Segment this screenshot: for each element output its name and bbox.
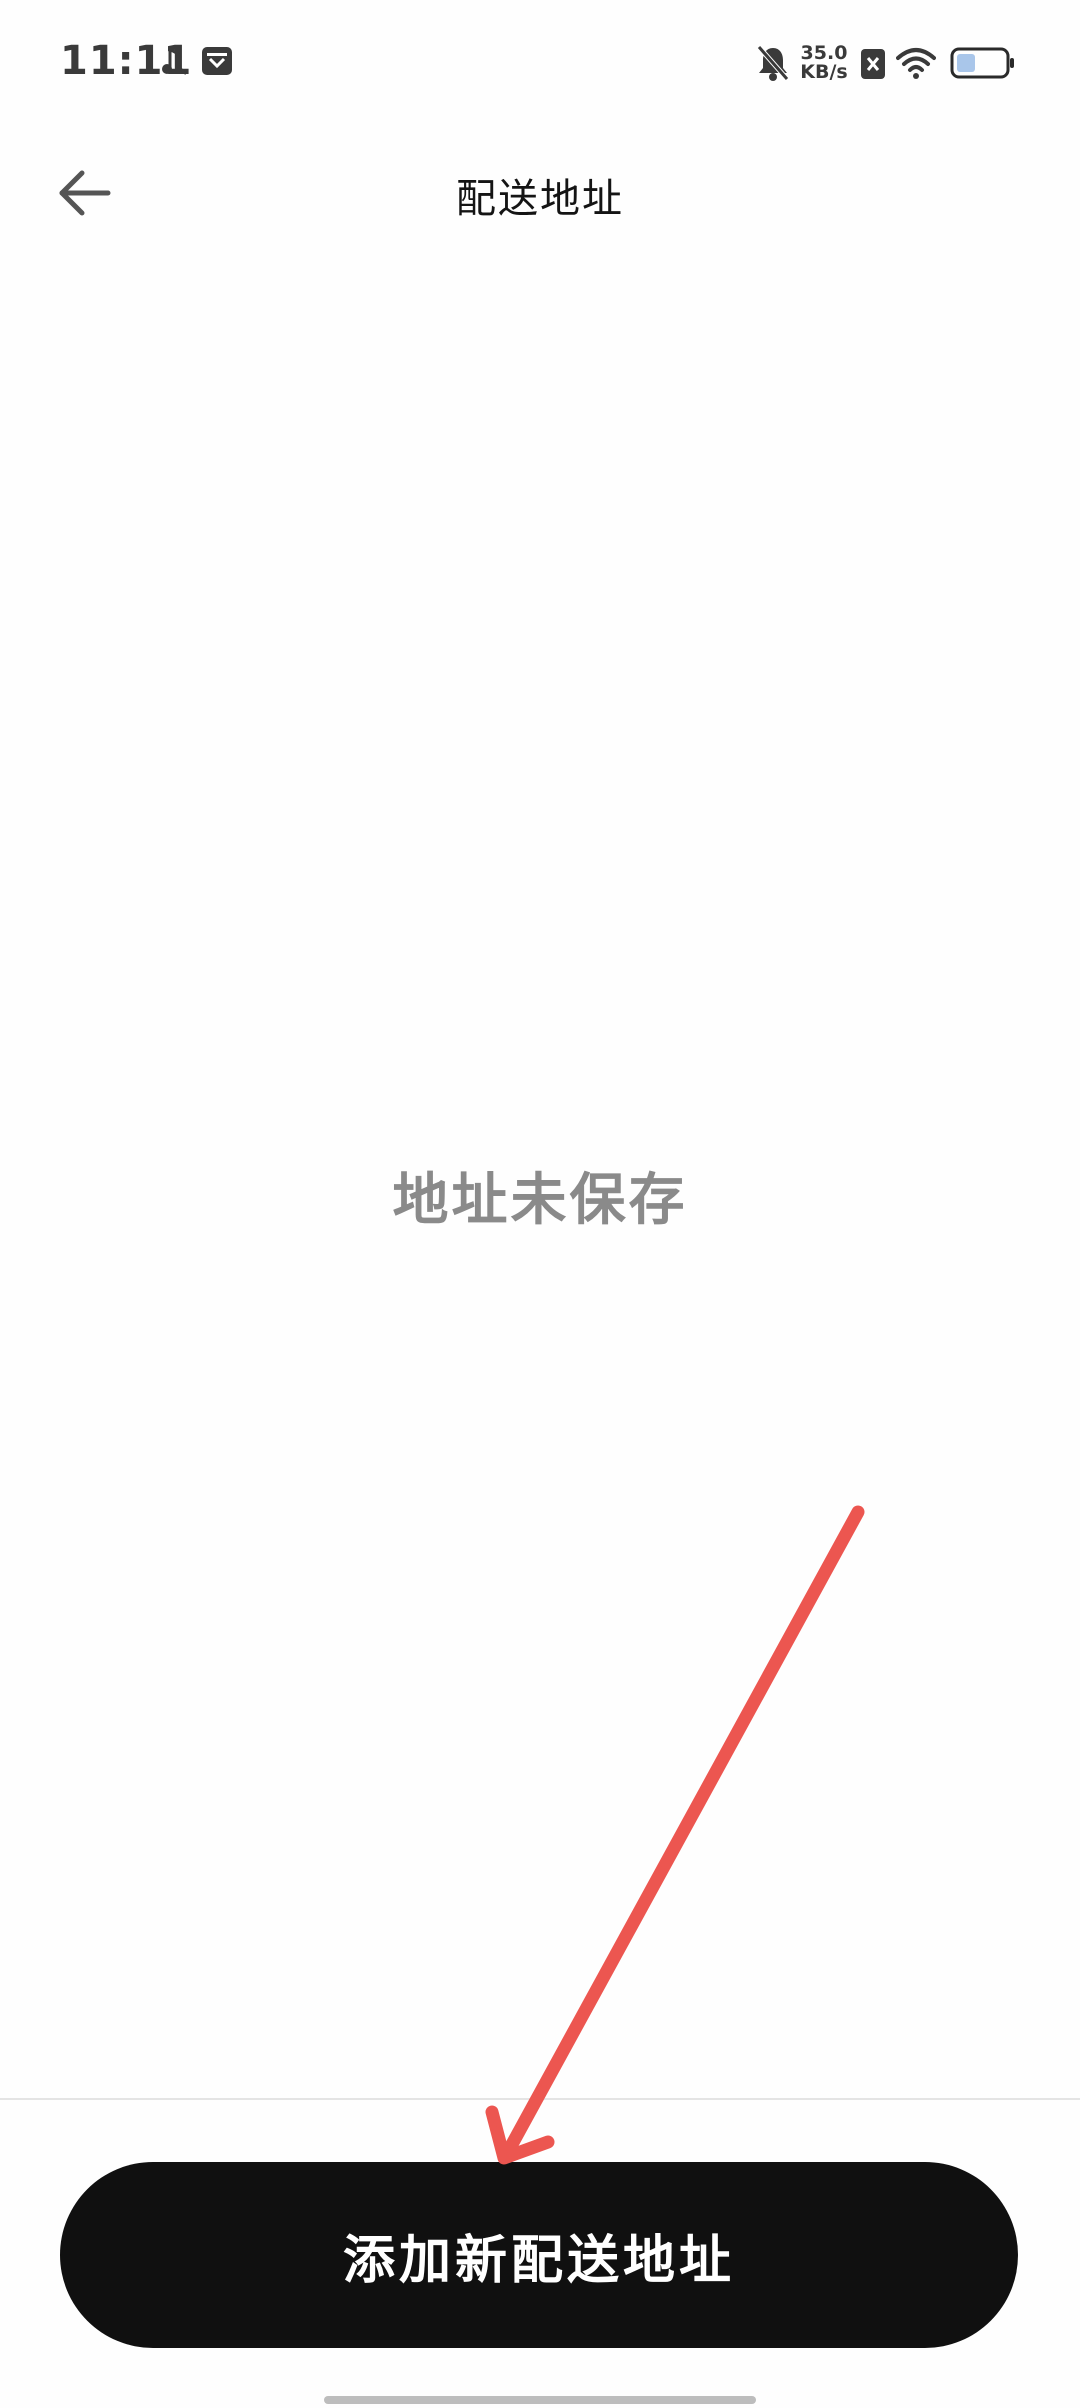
bottom-divider <box>0 2098 1080 2100</box>
wifi-icon <box>896 46 936 84</box>
home-indicator[interactable] <box>324 2396 756 2404</box>
page-title: 配送地址 <box>456 176 624 222</box>
empty-state-message: 地址未保存 <box>392 1168 688 1233</box>
network-speed: 35.0 KB/s <box>794 44 854 82</box>
delivery-address-screen: 11:11 35.0 KB/s 配送地址 地址未保存 添加新配送地址 <box>0 0 1080 2408</box>
shop-bag-icon <box>200 44 234 78</box>
music-note-icon <box>158 44 192 78</box>
sim-off-icon <box>860 48 886 84</box>
battery-icon <box>950 46 1016 84</box>
mute-bell-icon <box>756 44 790 86</box>
status-bar: 11:11 35.0 KB/s <box>0 0 1080 130</box>
network-speed-unit: KB/s <box>800 61 848 83</box>
add-new-address-button[interactable]: 添加新配送地址 <box>60 2162 1018 2348</box>
app-bar: 配送地址 <box>0 140 1080 245</box>
